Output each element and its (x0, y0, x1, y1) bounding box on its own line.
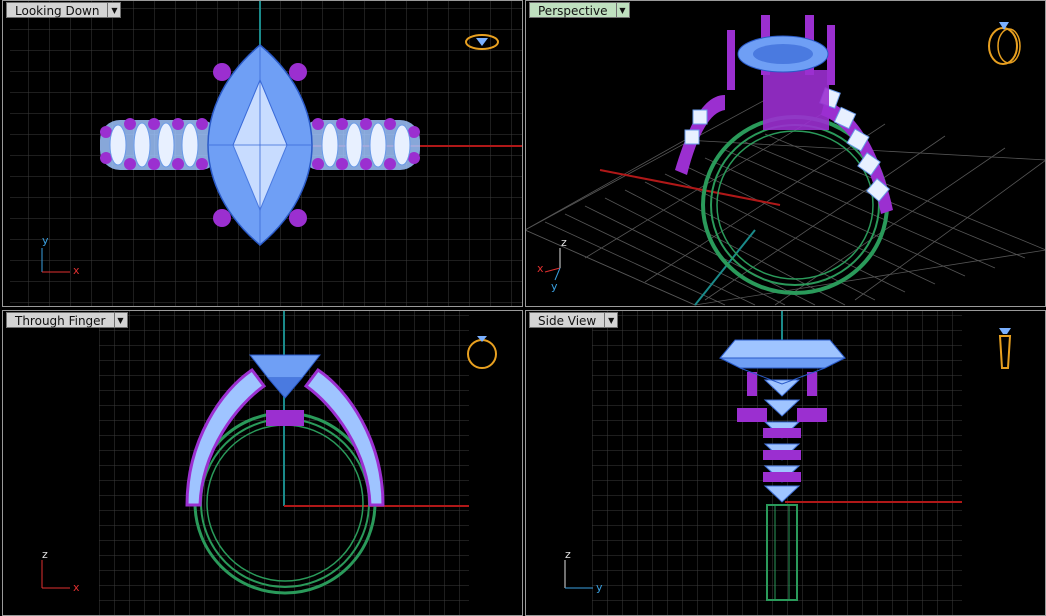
axis-label-horizontal: x (73, 581, 80, 594)
axis-label-vertical: z (561, 236, 567, 249)
dropdown-arrow-icon[interactable]: ▼ (113, 312, 128, 328)
viewport-label[interactable]: Looking Down (6, 2, 108, 18)
axis-label-depth: y (551, 280, 558, 293)
axis-label-vertical: z (42, 548, 48, 561)
axis-label-horizontal: y (596, 581, 603, 594)
axis-gizmo-icon: z x (41, 548, 80, 594)
ring-view-icon[interactable] (988, 22, 1021, 65)
axis-label-vertical: z (565, 548, 571, 561)
center-head (727, 15, 835, 130)
viewport-label[interactable]: Perspective (529, 2, 616, 18)
viewport-side-view[interactable]: Side View ▼ z y (525, 310, 1046, 616)
viewport-title-perspective[interactable]: Perspective ▼ (529, 2, 630, 18)
viewport-canvas[interactable]: z x (2, 310, 523, 616)
axis-label-horizontal: x (73, 264, 80, 277)
viewport-perspective[interactable]: Perspective ▼ z x y (525, 0, 1046, 307)
center-stone (207, 44, 313, 246)
dropdown-arrow-icon[interactable]: ▼ (615, 2, 630, 18)
viewport-canvas[interactable]: z y (525, 310, 1046, 616)
side-stones-left (100, 118, 220, 170)
ring-view-icon[interactable] (998, 328, 1012, 369)
ring-view-icon[interactable] (467, 336, 497, 369)
axis-gizmo-icon: z x y (537, 236, 567, 293)
axis-label-vertical: y (42, 234, 49, 247)
viewport-canvas[interactable]: y x (2, 0, 523, 307)
viewport-looking-down[interactable]: Looking Down ▼ y x (2, 0, 523, 307)
viewport-label[interactable]: Through Finger (6, 312, 114, 328)
dropdown-arrow-icon[interactable]: ▼ (604, 312, 619, 328)
viewport-title-through-finger[interactable]: Through Finger ▼ (6, 312, 128, 328)
viewport-title-side-view[interactable]: Side View ▼ (529, 312, 619, 328)
viewport-title-looking-down[interactable]: Looking Down ▼ (6, 2, 122, 18)
side-stones-right (300, 118, 420, 170)
viewport-label[interactable]: Side View (529, 312, 605, 328)
viewport-through-finger[interactable]: Through Finger ▼ z x (2, 310, 523, 616)
axis-label-horizontal: x (537, 262, 544, 275)
dropdown-arrow-icon[interactable]: ▼ (107, 2, 122, 18)
viewport-canvas[interactable]: z x y (525, 0, 1046, 307)
